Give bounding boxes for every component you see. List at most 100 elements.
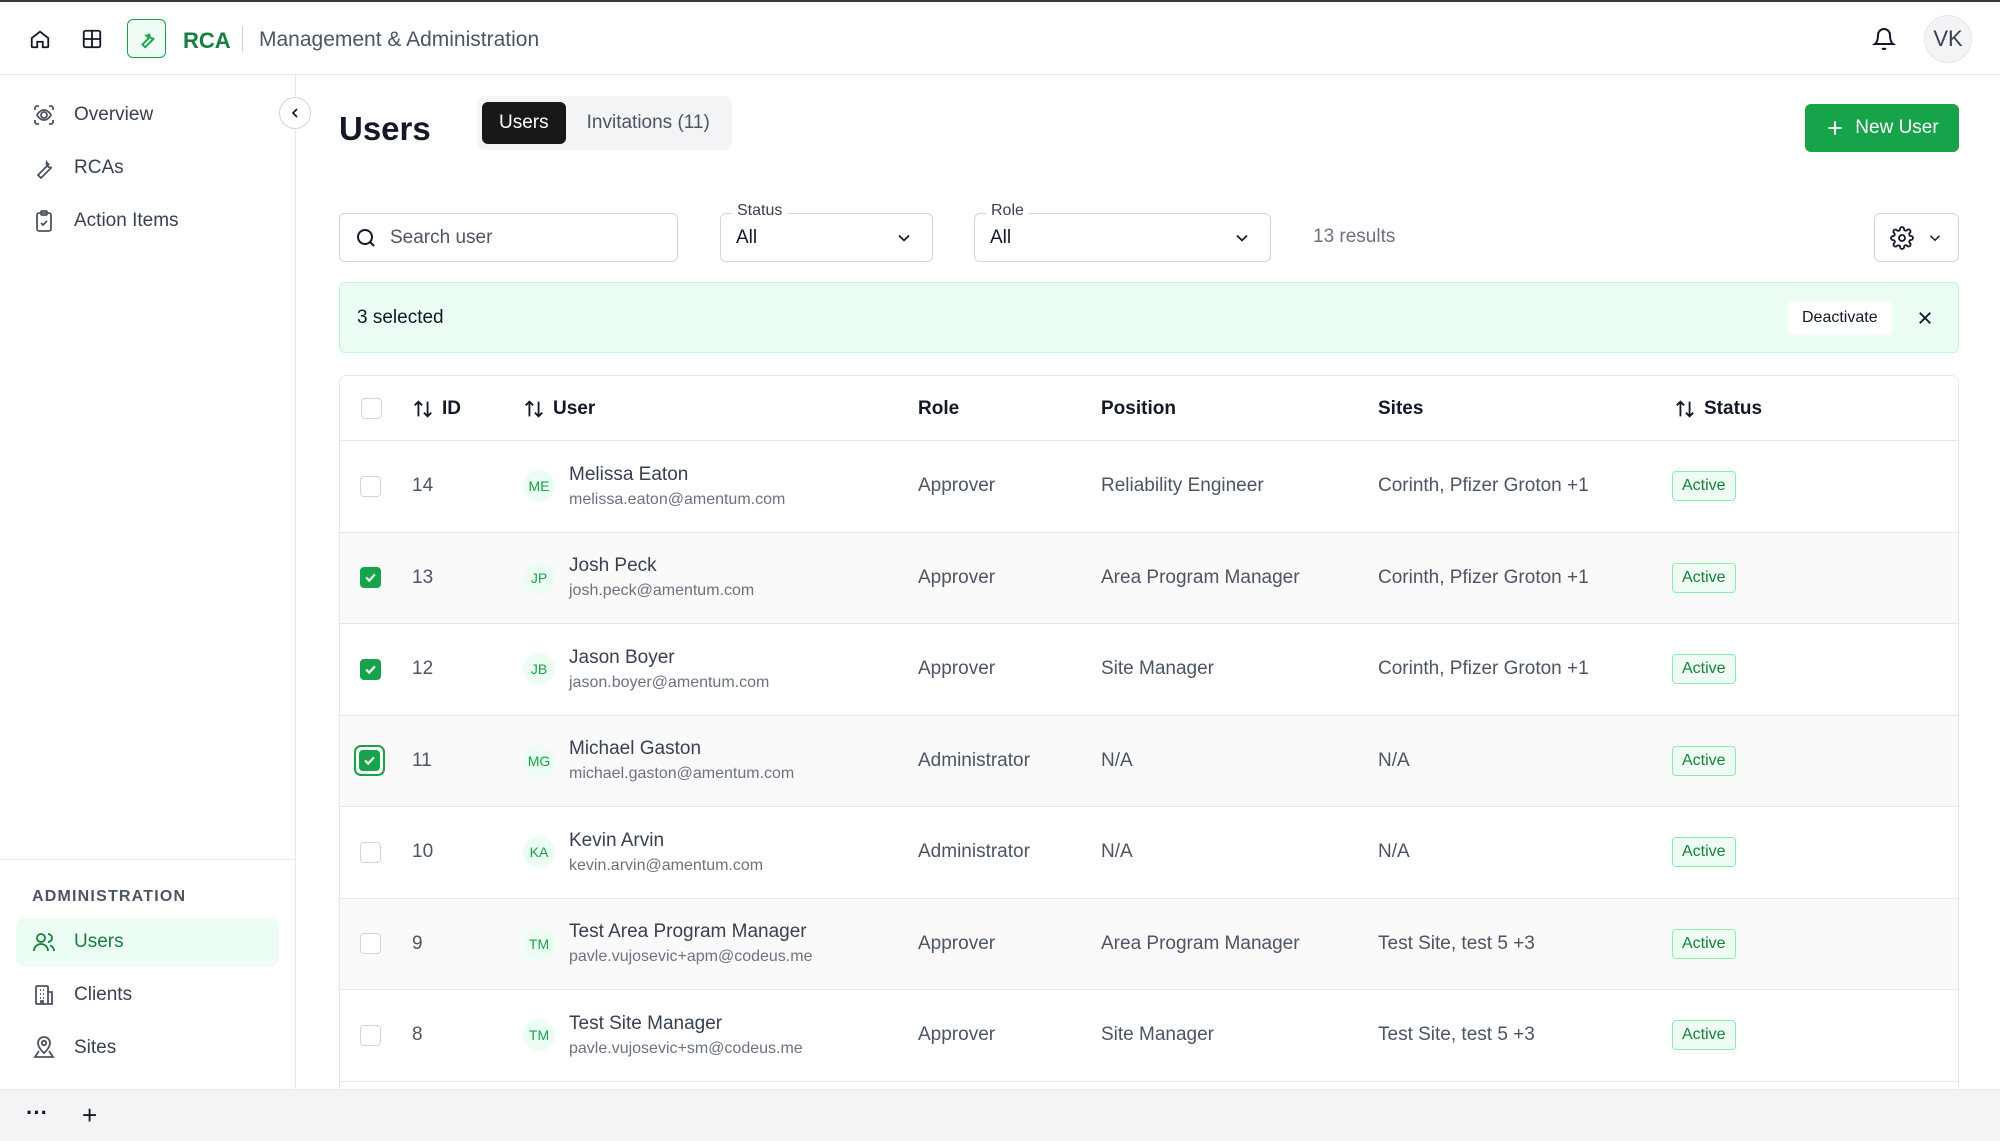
row-select-cell bbox=[360, 807, 381, 898]
table-settings-button[interactable] bbox=[1874, 213, 1959, 262]
brand-name[interactable]: RCA bbox=[183, 28, 231, 54]
row-checkbox[interactable] bbox=[360, 658, 381, 680]
header-role: Role bbox=[918, 376, 959, 441]
header-id[interactable]: ID bbox=[412, 376, 461, 441]
apps-grid-icon[interactable] bbox=[76, 23, 108, 55]
check-icon bbox=[364, 756, 375, 766]
user-email: pavle.vujosevic+apm@codeus.me bbox=[569, 948, 813, 966]
role-filter-select[interactable]: Role All bbox=[974, 202, 1271, 262]
user-email: melissa.eaton@amentum.com bbox=[569, 490, 786, 508]
row-role: Approver bbox=[918, 932, 996, 954]
row-sites: Test Site, test 5 +3 bbox=[1378, 932, 1535, 954]
row-checkbox[interactable] bbox=[360, 475, 381, 497]
status-badge: Active bbox=[1672, 1020, 1736, 1051]
row-position: Area Program Manager bbox=[1101, 932, 1300, 954]
app-section-title: Management & Administration bbox=[259, 28, 540, 51]
rca-logo-icon[interactable] bbox=[127, 19, 166, 58]
page-title: Users bbox=[339, 110, 431, 147]
sidebar-item-action-items[interactable]: Action Items bbox=[16, 197, 279, 245]
chevron-left-icon bbox=[291, 108, 298, 118]
add-button[interactable]: + bbox=[82, 1100, 97, 1131]
header-user[interactable]: User bbox=[523, 376, 595, 441]
user-email: jason.boyer@amentum.com bbox=[569, 673, 770, 691]
row-avatar-cell: KA bbox=[523, 807, 555, 898]
breadcrumb-separator bbox=[242, 26, 243, 52]
tab-group: Users Invitations (11) bbox=[477, 96, 732, 150]
sidebar-item-clients[interactable]: Clients bbox=[16, 971, 279, 1019]
row-id: 10 bbox=[412, 841, 434, 863]
user-name: Josh Peck bbox=[569, 555, 657, 577]
tab-users[interactable]: Users bbox=[482, 102, 566, 144]
sidebar-item-overview[interactable]: Overview bbox=[16, 91, 279, 139]
table-row[interactable]: 13 JP Josh Peck josh.peck@amentum.com Approv… bbox=[340, 532, 1958, 624]
user-avatar[interactable]: VK bbox=[1924, 15, 1972, 63]
sidebar-item-rcas[interactable]: RCAs bbox=[16, 144, 279, 192]
user-name: Test Area Program Manager bbox=[569, 921, 807, 943]
new-user-button[interactable]: New User bbox=[1805, 104, 1959, 152]
user-name: Jason Boyer bbox=[569, 646, 675, 668]
header-status[interactable]: Status bbox=[1674, 376, 1762, 441]
sidebar-divider bbox=[0, 859, 296, 860]
sidebar-item-label: Overview bbox=[74, 104, 154, 125]
row-checkbox[interactable] bbox=[360, 841, 381, 863]
clear-selection-button[interactable] bbox=[1912, 305, 1938, 331]
row-status-cell: Active bbox=[1672, 807, 1736, 898]
table-row[interactable]: 12 JB Jason Boyer jason.boyer@amentum.com Ap… bbox=[340, 624, 1958, 716]
user-name: Michael Gaston bbox=[569, 738, 702, 760]
table-row[interactable]: 11 MG Michael Gaston michael.gaston@amentum… bbox=[340, 715, 1958, 807]
user-initials-avatar: ME bbox=[523, 470, 555, 503]
table-row[interactable]: 9 TM Test Area Program Manager pavle.vujose… bbox=[340, 898, 1958, 990]
row-select-cell bbox=[360, 533, 381, 624]
tab-invitations[interactable]: Invitations (11) bbox=[570, 102, 727, 144]
row-checkbox-focus-ring bbox=[354, 745, 385, 777]
sidebar-item-sites[interactable]: Sites bbox=[16, 1024, 279, 1072]
row-user-cell: Josh Peck josh.peck@amentum.com bbox=[569, 533, 754, 624]
table-row[interactable]: 8 TM Test Site Manager pavle.vujosevic+sm@c… bbox=[340, 990, 1958, 1082]
user-email: michael.gaston@amentum.com bbox=[569, 765, 795, 783]
row-checkbox[interactable] bbox=[360, 567, 381, 589]
row-status-cell: Active bbox=[1672, 716, 1736, 807]
user-email: kevin.arvin@amentum.com bbox=[569, 856, 764, 874]
plus-icon bbox=[1828, 121, 1842, 135]
row-checkbox[interactable] bbox=[360, 1024, 381, 1046]
row-user-cell: Jason Boyer jason.boyer@amentum.com bbox=[569, 624, 769, 715]
user-initials-avatar: JB bbox=[523, 653, 555, 686]
select-all-checkbox[interactable] bbox=[361, 398, 382, 419]
deactivate-button[interactable]: Deactivate bbox=[1788, 301, 1892, 335]
row-select-cell bbox=[354, 716, 385, 807]
table-row[interactable]: 14 ME Melissa Eaton melissa.eaton@amentum.c… bbox=[340, 441, 1958, 533]
row-checkbox[interactable] bbox=[359, 750, 380, 772]
row-select-cell bbox=[360, 624, 381, 715]
row-checkbox[interactable] bbox=[360, 933, 381, 955]
more-options-button[interactable]: ··· bbox=[26, 1100, 48, 1126]
row-role: Administrator bbox=[918, 841, 1030, 863]
header-label: Status bbox=[1704, 397, 1763, 419]
row-id: 14 bbox=[412, 475, 434, 497]
selection-bar: 3 selected Deactivate bbox=[339, 282, 1959, 353]
search-input[interactable] bbox=[390, 226, 650, 249]
sidebar-item-label: Clients bbox=[74, 984, 133, 1005]
status-filter-select[interactable]: Status All bbox=[720, 202, 933, 262]
bell-icon[interactable] bbox=[1868, 23, 1900, 55]
chevron-down-icon bbox=[898, 234, 910, 242]
status-badge: Active bbox=[1672, 928, 1736, 959]
sidebar-item-label: Sites bbox=[74, 1037, 117, 1058]
sidebar-item-label: RCAs bbox=[74, 157, 124, 178]
user-name: Test Site Manager bbox=[569, 1012, 723, 1034]
row-select-cell bbox=[360, 990, 381, 1081]
row-id: 12 bbox=[412, 658, 434, 680]
row-user-cell: Test Site Manager pavle.vujosevic+sm@code… bbox=[569, 990, 803, 1081]
row-status-cell: Active bbox=[1672, 990, 1736, 1081]
collapse-sidebar-button[interactable] bbox=[279, 97, 311, 129]
table-row[interactable]: 10 KA Kevin Arvin kevin.arvin@amentum.com Ad… bbox=[340, 807, 1958, 899]
sidebar-item-users[interactable]: Users bbox=[16, 918, 279, 966]
row-id: 13 bbox=[412, 566, 434, 588]
row-sites: Corinth, Pfizer Groton +1 bbox=[1378, 475, 1589, 497]
row-avatar-cell: TM bbox=[523, 990, 555, 1081]
row-id: 11 bbox=[412, 749, 432, 771]
top-bar: RCA Management & Administration VK bbox=[0, 0, 2000, 75]
row-select-cell bbox=[360, 441, 381, 532]
user-name: Melissa Eaton bbox=[569, 463, 689, 485]
user-initials-avatar: JP bbox=[523, 561, 555, 594]
home-icon[interactable] bbox=[24, 23, 56, 55]
